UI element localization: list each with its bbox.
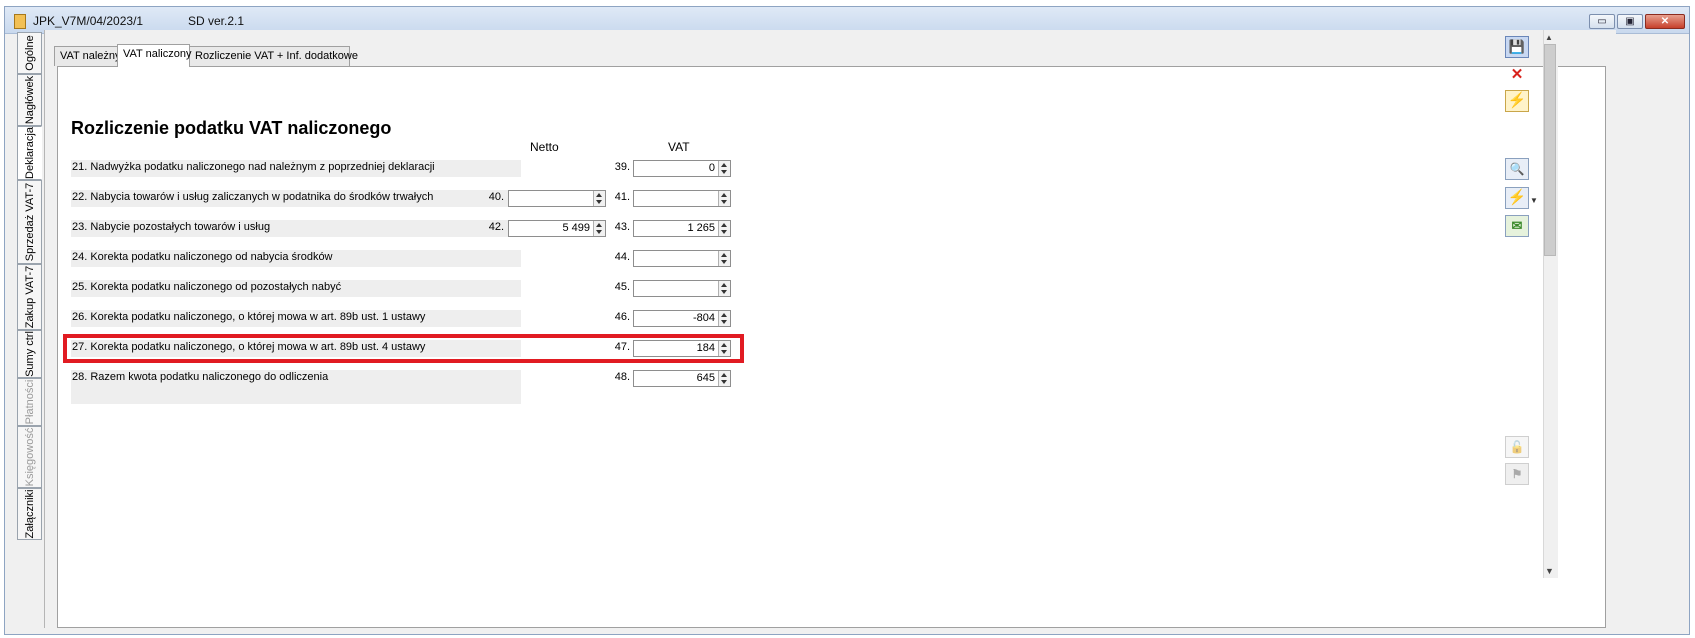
column-header-vat: VAT [668, 140, 690, 154]
field-number-48: 48. [614, 371, 630, 383]
spinner-arrows-icon[interactable] [718, 161, 730, 176]
unlock-icon: 🔓 [1509, 440, 1525, 454]
lightning-icon: ⚡ [1507, 92, 1527, 109]
minimize-button[interactable]: ▭ [1589, 14, 1615, 29]
field-number-39: 39. [614, 161, 630, 173]
spinner-arrows-icon[interactable] [718, 191, 730, 206]
field-number-43: 43. [614, 221, 630, 233]
row-label-22: 22. Nabycia towarów i usług zaliczanych … [71, 190, 521, 207]
field-number-40: 40. [488, 191, 504, 203]
scroll-down-icon[interactable]: ▼ [1545, 566, 1554, 576]
field-number-45: 45. [614, 281, 630, 293]
highlight-box [63, 334, 744, 363]
row-label-21: 21. Nadwyżka podatku naliczonego nad nal… [71, 160, 521, 177]
spinner-arrows-icon[interactable] [718, 281, 730, 296]
netto-field-42[interactable]: 5 499 [508, 220, 606, 237]
side-tab-zalaczniki[interactable]: Załączniki [17, 488, 42, 540]
close-window-button[interactable]: ✕ [1645, 14, 1685, 29]
close-icon: ✕ [1510, 66, 1524, 83]
form-content: Rozliczenie podatku VAT naliczonego Nett… [57, 66, 1606, 628]
side-tab-naglowek[interactable]: Nagłówek [17, 74, 42, 126]
row-label-26: 26. Korekta podatku naliczonego, o które… [71, 310, 521, 327]
row-label-23: 23. Nabycie pozostałych towarów i usług [71, 220, 521, 237]
spinner-arrows-icon[interactable] [718, 371, 730, 386]
spinner-arrows-icon[interactable] [593, 221, 605, 236]
preview-button[interactable]: 🔍 [1505, 158, 1529, 180]
field-number-44: 44. [614, 251, 630, 263]
row-label-24: 24. Korekta podatku naliczonego od nabyc… [71, 250, 521, 267]
side-tab-ogolne[interactable]: Ogólne [17, 32, 42, 74]
scrollbar-thumb[interactable] [1544, 44, 1556, 256]
section-title: Rozliczenie podatku VAT naliczonego [71, 118, 392, 138]
save-button[interactable]: 💾 [1505, 36, 1529, 58]
row-label-28: 28. Razem kwota podatku naliczonego do o… [71, 370, 521, 404]
flag-button[interactable]: ⚑ [1505, 463, 1529, 485]
document-icon [14, 14, 26, 29]
side-tab-sprzedaz[interactable]: Sprzedaż VAT-7 [17, 180, 42, 264]
calculate-button[interactable]: ⚡ [1505, 90, 1529, 112]
vat-calc-button[interactable]: ⚡ [1505, 187, 1529, 209]
vat-field-43[interactable]: 1 265 [633, 220, 731, 237]
side-tab-deklaracja[interactable]: Deklaracja [17, 126, 42, 180]
field-number-41: 41. [614, 191, 630, 203]
side-tab-zakup[interactable]: Zakup VAT-7 [17, 264, 42, 330]
vat-field-45[interactable] [633, 280, 731, 297]
preview-icon: 🔍 [1509, 162, 1525, 176]
side-tab-sumy-ctrl[interactable]: Sumy ctrl [17, 330, 42, 378]
scroll-up-icon[interactable]: ▲ [1545, 33, 1553, 42]
field-number-46: 46. [614, 311, 630, 323]
field-number-42: 42. [488, 221, 504, 233]
spinner-arrows-icon[interactable] [718, 251, 730, 266]
row-label-25: 25. Korekta podatku naliczonego od pozos… [71, 280, 521, 297]
tab-vat-nalezny[interactable]: VAT należny [54, 46, 121, 66]
save-icon: 💾 [1508, 39, 1526, 54]
column-header-netto: Netto [530, 140, 559, 154]
netto-field-40[interactable] [508, 190, 606, 207]
vat-field-41[interactable] [633, 190, 731, 207]
vat-field-48[interactable]: 645 [633, 370, 731, 387]
cancel-button[interactable]: ✕ [1505, 64, 1529, 86]
spinner-arrows-icon[interactable] [593, 191, 605, 206]
main-panel: VAT należny VAT naliczony Rozliczenie VA… [44, 30, 1616, 628]
right-toolbar: 💾 ✕ ⚡ 🔍 ⚡ ✉ 🔓 ⚑ [1497, 30, 1537, 620]
window-version: SD ver.2.1 [188, 14, 245, 28]
flag-icon: ⚑ [1511, 467, 1523, 481]
send-button[interactable]: ✉ [1505, 215, 1529, 237]
spinner-arrows-icon[interactable] [718, 221, 730, 236]
side-tab-platnosci: Płatności [17, 378, 42, 426]
unlock-button[interactable]: 🔓 [1505, 436, 1529, 458]
vat-field-39[interactable]: 0 [633, 160, 731, 177]
send-icon: ✉ [1511, 218, 1523, 233]
vat-calc-icon: ⚡ [1507, 189, 1527, 206]
side-tab-ksiegowosc: Księgowość [17, 426, 42, 488]
maximize-button[interactable]: ▣ [1617, 14, 1643, 29]
dropdown-arrow-icon[interactable]: ▼ [1530, 196, 1538, 205]
spinner-arrows-icon[interactable] [718, 311, 730, 326]
vat-field-46[interactable]: -804 [633, 310, 731, 327]
vat-field-44[interactable] [633, 250, 731, 267]
tab-vat-naliczony[interactable]: VAT naliczony [117, 44, 191, 67]
tab-rozliczenie-vat[interactable]: Rozliczenie VAT + Inf. dodatkowe [189, 46, 358, 66]
window-title: JPK_V7M/04/2023/1 [33, 14, 144, 28]
